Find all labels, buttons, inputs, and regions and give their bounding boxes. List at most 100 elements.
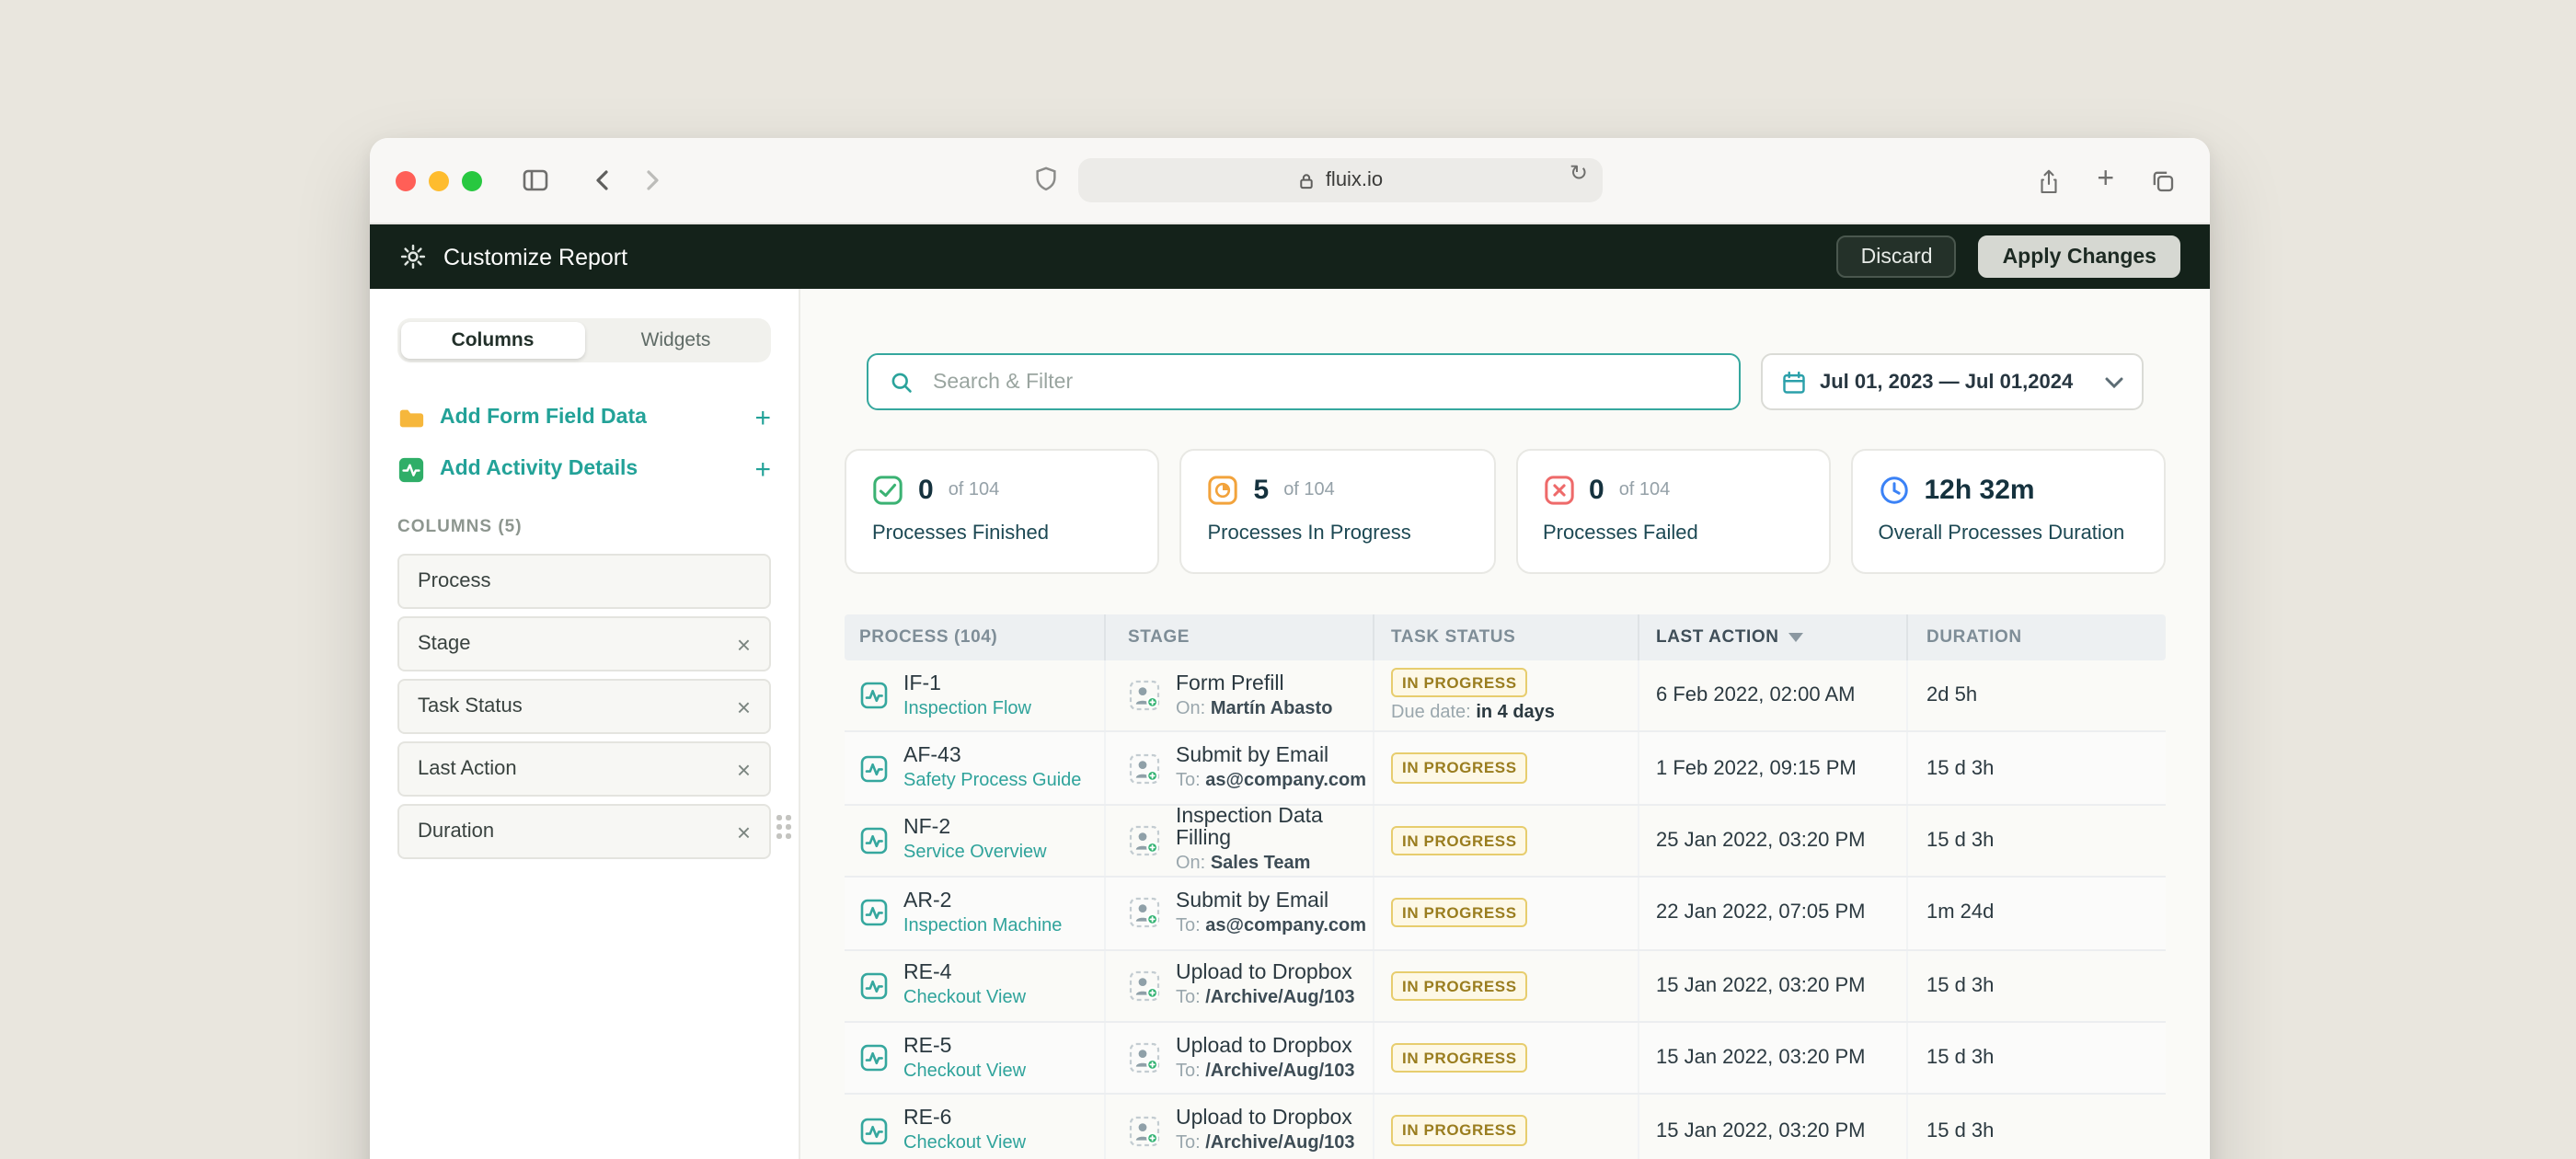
status-badge: IN PROGRESS — [1391, 1116, 1528, 1145]
last-action-cell: 1 Feb 2022, 09:15 PM — [1638, 733, 1906, 804]
stage-cell: Submit by Email To: as@company.com — [1104, 878, 1373, 948]
table-row[interactable]: RE-6 Checkout View — [845, 1096, 2166, 1159]
date-range-picker[interactable]: Jul 01, 2023 — Jul 01,2024 — [1761, 353, 2144, 410]
duration-cell: 15 d 3h — [1906, 1023, 2166, 1094]
search-filter-box[interactable] — [867, 353, 1741, 410]
chevron-down-icon — [2105, 376, 2123, 387]
duration-value: 15 d 3h — [1926, 975, 1994, 997]
remove-column-icon[interactable]: × — [737, 632, 751, 656]
process-subtitle: Safety Process Guide — [903, 771, 1081, 791]
share-icon[interactable] — [2034, 166, 2062, 194]
stats-row: 0 of 104 Processes Finished 5 of 104 — [845, 449, 2166, 574]
table-row[interactable]: AF-43 Safety Process Guide — [845, 733, 2166, 806]
duration-value: 15 d 3h — [1926, 1119, 1994, 1142]
last-action-value: 15 Jan 2022, 03:20 PM — [1656, 1119, 1866, 1142]
header-duration[interactable]: DURATION — [1906, 614, 2166, 660]
process-id: NF-2 — [903, 818, 1047, 840]
assignee-icon — [1128, 897, 1161, 930]
assignee-icon — [1128, 824, 1161, 857]
tab-widgets[interactable]: Widgets — [584, 322, 767, 359]
stage-cell: Upload to Dropbox To: /Archive/Aug/103 — [1104, 1023, 1373, 1094]
finished-icon — [872, 475, 903, 506]
privacy-shield-icon[interactable] — [1032, 166, 1060, 193]
stage-name: Submit by Email — [1176, 745, 1366, 767]
duration-value: 1m 24d — [1926, 902, 1994, 924]
table-row[interactable]: RE-4 Checkout View — [845, 950, 2166, 1023]
apply-changes-button[interactable]: Apply Changes — [1979, 235, 2180, 278]
refresh-icon[interactable]: ↻ — [1570, 160, 1588, 186]
status-badge: IN PROGRESS — [1391, 826, 1528, 855]
add-form-field-data[interactable]: Add Form Field Data + — [397, 392, 771, 443]
add-activity-details-plus-icon[interactable]: + — [754, 455, 771, 483]
assignee-icon — [1128, 752, 1161, 785]
header-stage[interactable]: STAGE — [1104, 614, 1373, 660]
tab-overview-icon[interactable] — [2149, 166, 2177, 194]
last-action-value: 6 Feb 2022, 02:00 AM — [1656, 684, 1856, 706]
filter-row: Jul 01, 2023 — Jul 01,2024 — [867, 353, 2144, 410]
new-tab-icon[interactable]: + — [2097, 166, 2114, 195]
minimize-window-button[interactable] — [429, 170, 449, 190]
zoom-window-button[interactable] — [462, 170, 482, 190]
last-action-value: 15 Jan 2022, 03:20 PM — [1656, 975, 1866, 997]
process-icon — [859, 899, 889, 928]
activity-icon — [397, 455, 425, 483]
discard-button[interactable]: Discard — [1837, 235, 1957, 278]
assignee-icon — [1128, 1114, 1161, 1147]
add-activity-details-label: Add Activity Details — [440, 458, 638, 480]
search-input[interactable] — [929, 369, 1719, 395]
remove-column-icon[interactable]: × — [737, 757, 751, 781]
stat-suffix: of 104 — [1619, 480, 1671, 500]
remove-column-icon[interactable]: × — [737, 820, 751, 843]
drag-handle[interactable] — [776, 815, 791, 839]
folder-icon — [397, 404, 425, 431]
stage-cell: Upload to Dropbox To: /Archive/Aug/103 — [1104, 950, 1373, 1021]
table-row[interactable]: NF-2 Service Overview — [845, 806, 2166, 878]
address-bar[interactable]: fluix.io ↻ — [1078, 158, 1603, 202]
table-row[interactable]: IF-1 Inspection Flow — [845, 660, 2166, 733]
column-card-label: Duration — [418, 820, 494, 843]
process-subtitle: Service Overview — [903, 843, 1047, 864]
column-card[interactable]: Process — [397, 554, 771, 609]
last-action-cell: 15 Jan 2022, 03:20 PM — [1638, 1023, 1906, 1094]
add-activity-details[interactable]: Add Activity Details + — [397, 443, 771, 495]
url-text: fluix.io — [1326, 169, 1383, 191]
status-badge: IN PROGRESS — [1391, 970, 1528, 1000]
duration-cell: 1m 24d — [1906, 878, 2166, 948]
search-icon — [889, 369, 914, 395]
add-form-field-plus-icon[interactable]: + — [754, 404, 771, 431]
stage-name: Upload to Dropbox — [1176, 1035, 1355, 1057]
forward-icon[interactable] — [638, 167, 664, 193]
browser-sidebar-icon[interactable] — [521, 166, 550, 195]
header-last-action[interactable]: LAST ACTION — [1638, 614, 1906, 660]
process-cell: IF-1 Inspection Flow — [845, 660, 1104, 731]
stat-suffix: of 104 — [1283, 480, 1335, 500]
header-task-status[interactable]: TASK STATUS — [1373, 614, 1638, 660]
column-card[interactable]: Stage × — [397, 616, 771, 671]
duration-value: 15 d 3h — [1926, 1047, 1994, 1069]
page-title: Customize Report — [443, 244, 627, 270]
processes-table: PROCESS (104) STAGE TASK STATUS LAST ACT… — [845, 614, 2166, 1159]
last-action-cell: 22 Jan 2022, 07:05 PM — [1638, 878, 1906, 948]
remove-column-icon[interactable]: × — [737, 694, 751, 718]
duration-cell: 15 d 3h — [1906, 1096, 2166, 1159]
stage-name: Form Prefill — [1176, 672, 1332, 694]
stat-overall-duration: 12h 32m Overall Processes Duration — [1851, 449, 2167, 574]
process-subtitle: Checkout View — [903, 1061, 1026, 1081]
process-id: RE-4 — [903, 963, 1026, 985]
column-card[interactable]: Task Status × — [397, 679, 771, 734]
tab-columns[interactable]: Columns — [401, 322, 584, 359]
back-icon[interactable] — [591, 167, 616, 193]
table-row[interactable]: RE-5 Checkout View — [845, 1023, 2166, 1096]
column-card[interactable]: Last Action × — [397, 741, 771, 797]
column-card[interactable]: Duration × — [397, 804, 771, 859]
status-badge: IN PROGRESS — [1391, 753, 1528, 783]
columns-count-label: COLUMNS (5) — [397, 517, 771, 537]
close-window-button[interactable] — [396, 170, 416, 190]
stage-cell: Upload to Dropbox To: /Archive/Aug/103 — [1104, 1096, 1373, 1159]
status-badge: IN PROGRESS — [1391, 1043, 1528, 1073]
table-row[interactable]: AR-2 Inspection Machine — [845, 878, 2166, 950]
process-subtitle: Checkout View — [903, 1133, 1026, 1153]
stage-assignee: To: as@company.com — [1176, 916, 1366, 936]
stage-assignee: To: as@company.com — [1176, 771, 1366, 791]
header-process[interactable]: PROCESS (104) — [845, 614, 1104, 660]
